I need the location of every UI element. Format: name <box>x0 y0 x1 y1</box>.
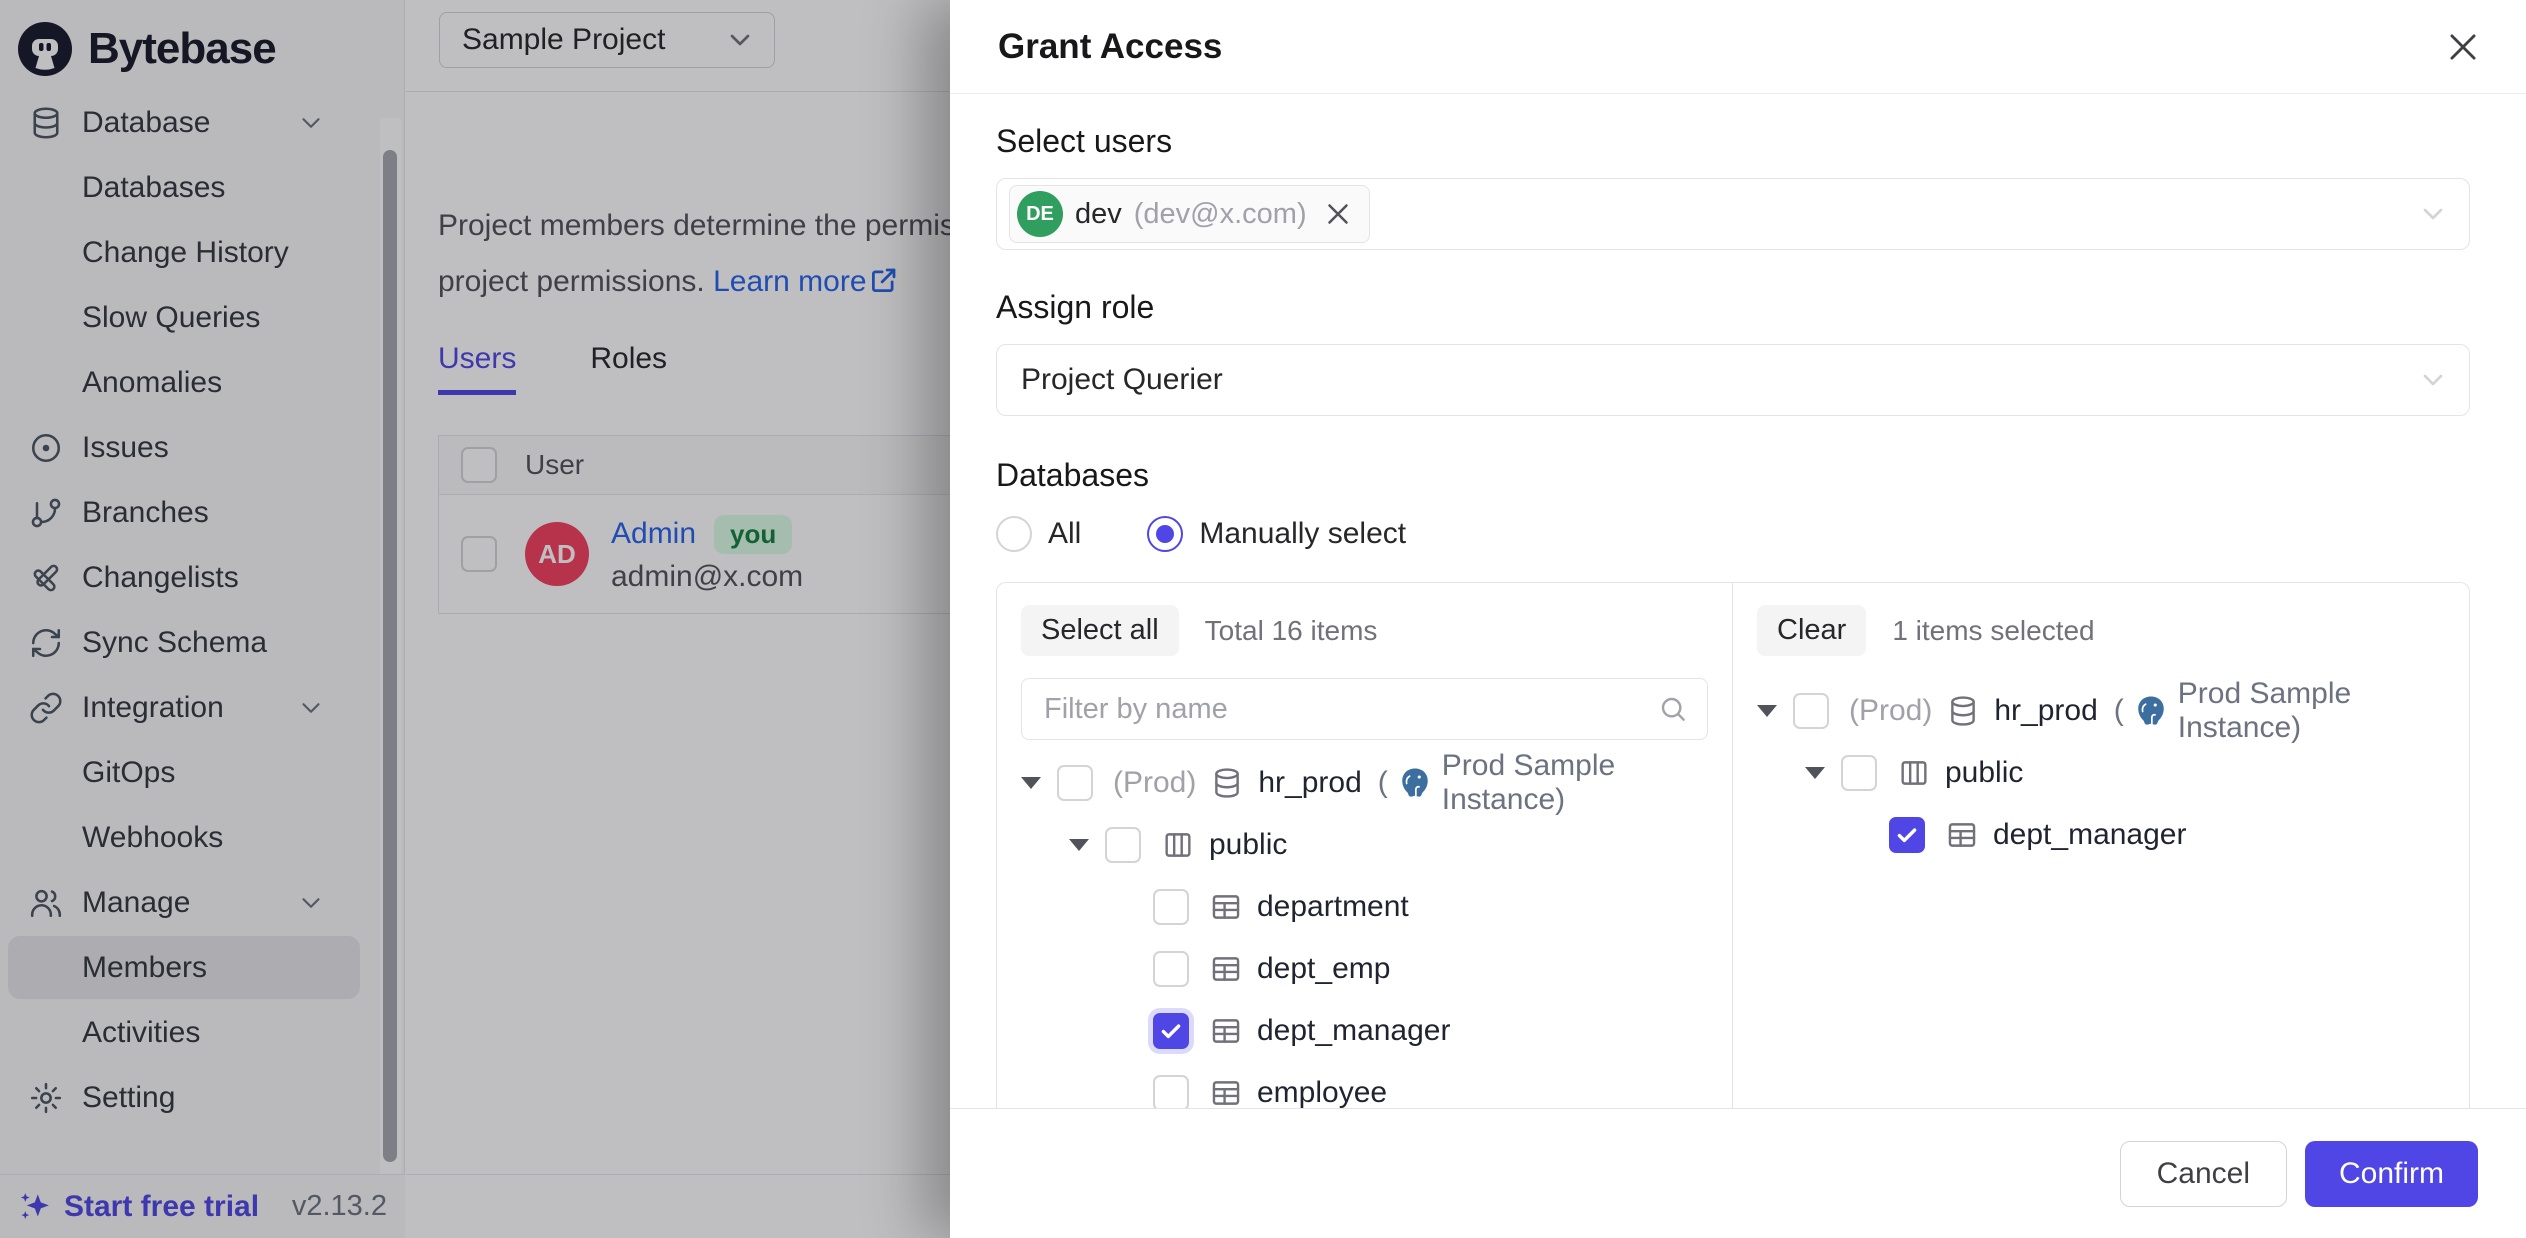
checkbox[interactable] <box>1153 889 1189 925</box>
table-icon <box>1209 1076 1243 1110</box>
clear-button[interactable]: Clear <box>1757 605 1866 656</box>
checkbox[interactable] <box>1153 1013 1189 1049</box>
grant-access-dialog: Grant Access Select users DE dev (dev@x.… <box>950 0 2526 1238</box>
tree-row-hr_prod[interactable]: (Prod) hr_prod (Prod Sample Instance) <box>1757 680 2445 742</box>
user-chip-email: (dev@x.com) <box>1134 198 1307 231</box>
select-all-button[interactable]: Select all <box>1021 605 1179 656</box>
assign-role-label: Assign role <box>996 288 2470 326</box>
tree-node-label: department <box>1257 890 1409 924</box>
radio-all[interactable]: All <box>996 516 1081 552</box>
tree-row-dept_emp[interactable]: dept_emp <box>1021 938 1708 1000</box>
tree-node-label: hr_prod <box>1258 766 1361 800</box>
database-icon <box>1210 766 1244 800</box>
radio-circle <box>1147 516 1183 552</box>
checkbox[interactable] <box>1889 817 1925 853</box>
remove-user-icon[interactable] <box>1321 197 1355 231</box>
dialog-footer: Cancel Confirm <box>950 1108 2526 1238</box>
checkbox[interactable] <box>1153 1075 1189 1111</box>
chevron-down-icon <box>2417 198 2449 230</box>
tree-row-hr_prod[interactable]: (Prod) hr_prod (Prod Sample Instance) <box>1021 752 1708 814</box>
tree-expand-caret[interactable] <box>1805 767 1825 779</box>
tree-node-label: hr_prod <box>1994 694 2097 728</box>
instance-label: (Prod Sample Instance) <box>2114 677 2445 745</box>
tree-row-dept_manager[interactable]: dept_manager <box>1757 804 2445 866</box>
dialog-title: Grant Access <box>998 27 1222 67</box>
table-icon <box>1209 1014 1243 1048</box>
tree-expand-caret[interactable] <box>1757 705 1777 717</box>
tree-row-dept_manager[interactable]: dept_manager <box>1021 1000 1708 1062</box>
selected-tree: (Prod) hr_prod (Prod Sample Instance) publi… <box>1757 680 2445 866</box>
radio-all-label: All <box>1048 517 1081 551</box>
schema-icon <box>1161 828 1195 862</box>
checkbox[interactable] <box>1841 755 1877 791</box>
radio-circle <box>996 516 1032 552</box>
source-tree: (Prod) hr_prod (Prod Sample Instance) publi… <box>1021 752 1708 1124</box>
select-users-label: Select users <box>996 122 2470 160</box>
environment-label: (Prod) <box>1849 694 1932 728</box>
tree-node-label: public <box>1945 756 2023 790</box>
checkbox[interactable] <box>1793 693 1829 729</box>
cancel-button[interactable]: Cancel <box>2120 1141 2287 1207</box>
environment-label: (Prod) <box>1113 766 1196 800</box>
checkbox[interactable] <box>1057 765 1093 801</box>
tree-node-label: employee <box>1257 1076 1387 1110</box>
total-items-label: Total 16 items <box>1205 615 1378 647</box>
chevron-down-icon <box>2417 364 2449 396</box>
tree-node-label: public <box>1209 828 1287 862</box>
checkbox[interactable] <box>1105 827 1141 863</box>
user-chip-name: dev <box>1075 198 1122 231</box>
table-icon <box>1945 818 1979 852</box>
tree-node-label: dept_manager <box>1257 1014 1450 1048</box>
database-scope-radios: All Manually select <box>996 516 2470 552</box>
avatar: DE <box>1017 191 1063 237</box>
table-icon <box>1209 890 1243 924</box>
search-icon <box>1657 693 1689 725</box>
schema-icon <box>1897 756 1931 790</box>
postgres-icon <box>2134 694 2168 728</box>
selected-count-label: 1 items selected <box>1892 615 2094 647</box>
checkbox[interactable] <box>1153 951 1189 987</box>
postgres-icon <box>1398 766 1432 800</box>
confirm-button[interactable]: Confirm <box>2305 1141 2478 1207</box>
dialog-body: Select users DE dev (dev@x.com) Assign r… <box>950 94 2526 1238</box>
radio-manually-select[interactable]: Manually select <box>1147 516 1406 552</box>
tree-expand-caret[interactable] <box>1021 777 1041 789</box>
tree-row-public[interactable]: public <box>1021 814 1708 876</box>
tree-node-label: dept_manager <box>1993 818 2186 852</box>
close-icon[interactable] <box>2444 28 2482 66</box>
tree-expand-caret[interactable] <box>1069 839 1089 851</box>
role-select[interactable]: Project Querier <box>996 344 2470 416</box>
tree-row-public[interactable]: public <box>1757 742 2445 804</box>
select-users-input[interactable]: DE dev (dev@x.com) <box>996 178 2470 250</box>
role-select-value: Project Querier <box>1021 363 1223 397</box>
radio-manual-label: Manually select <box>1199 517 1406 551</box>
dialog-header: Grant Access <box>950 0 2526 94</box>
tree-node-label: dept_emp <box>1257 952 1390 986</box>
instance-label: (Prod Sample Instance) <box>1378 749 1708 817</box>
user-chip: DE dev (dev@x.com) <box>1009 185 1370 243</box>
filter-input-wrap <box>1021 678 1708 740</box>
databases-label: Databases <box>996 456 2470 494</box>
database-icon <box>1946 694 1980 728</box>
tree-row-department[interactable]: department <box>1021 876 1708 938</box>
table-icon <box>1209 952 1243 986</box>
filter-input[interactable] <box>1042 692 1657 727</box>
